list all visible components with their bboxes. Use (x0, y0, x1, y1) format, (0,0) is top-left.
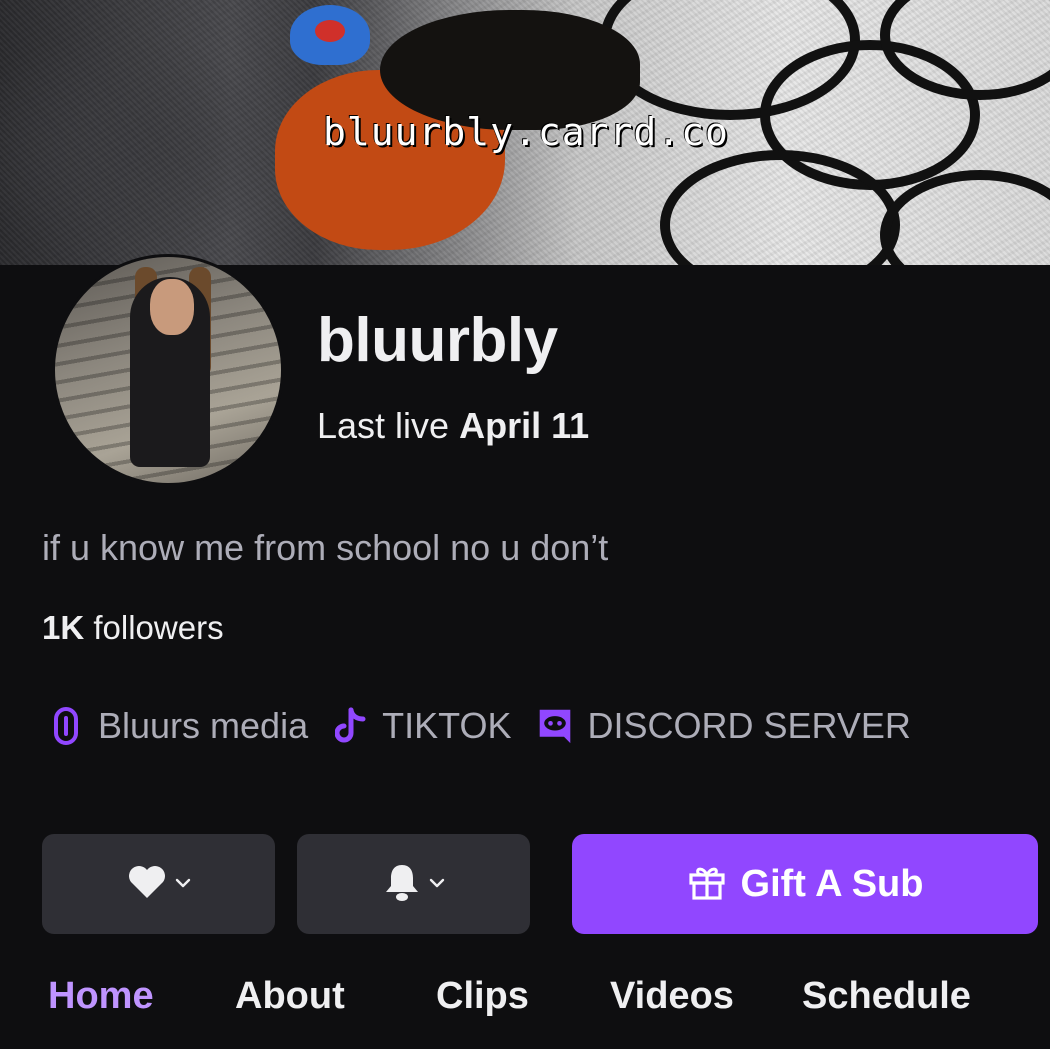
channel-tabs: Home About Clips Videos Schedule (0, 975, 1050, 1035)
followers-number: 1K (42, 609, 85, 646)
chevron-down-icon (429, 875, 445, 893)
social-link-tiktok[interactable]: TIKTOK (334, 705, 511, 747)
followers-count[interactable]: 1K followers (42, 609, 224, 647)
social-link-label: TIKTOK (382, 705, 512, 746)
heart-icon (127, 864, 167, 905)
bell-icon (383, 862, 421, 907)
channel-name: bluurbly (317, 306, 558, 375)
last-live-prefix: Last live (317, 405, 450, 446)
channel-bio: if u know me from school no u don’t (42, 527, 609, 568)
social-links: Bluurs media TIKTOK DISCORD SERVER (48, 700, 937, 752)
tiktok-icon (334, 706, 370, 746)
last-live-status: Last live April 11 (317, 405, 589, 447)
avatar[interactable] (52, 254, 284, 486)
chevron-down-icon (175, 875, 191, 893)
notifications-button[interactable] (297, 834, 530, 934)
link-icon (48, 706, 84, 746)
channel-banner: bluurbly.carrd.co (0, 0, 1050, 265)
gift-sub-label: Gift A Sub (740, 862, 924, 905)
tab-schedule[interactable]: Schedule (802, 975, 971, 1018)
tab-about[interactable]: About (235, 975, 345, 1018)
tab-clips[interactable]: Clips (436, 975, 529, 1018)
follow-button[interactable] (42, 834, 275, 934)
social-link-discord[interactable]: DISCORD SERVER (537, 705, 911, 747)
discord-icon (537, 706, 573, 746)
gift-sub-button[interactable]: Gift A Sub (572, 834, 1038, 934)
last-live-date: April 11 (459, 405, 590, 446)
social-link-label: Bluurs media (98, 705, 309, 746)
tab-home[interactable]: Home (48, 975, 154, 1018)
gift-icon (687, 862, 727, 907)
banner-url-text: bluurbly.carrd.co (323, 110, 729, 154)
social-link-label: DISCORD SERVER (587, 705, 911, 746)
followers-label: followers (93, 609, 224, 646)
social-link-media[interactable]: Bluurs media (48, 705, 308, 747)
tab-videos[interactable]: Videos (610, 975, 734, 1018)
